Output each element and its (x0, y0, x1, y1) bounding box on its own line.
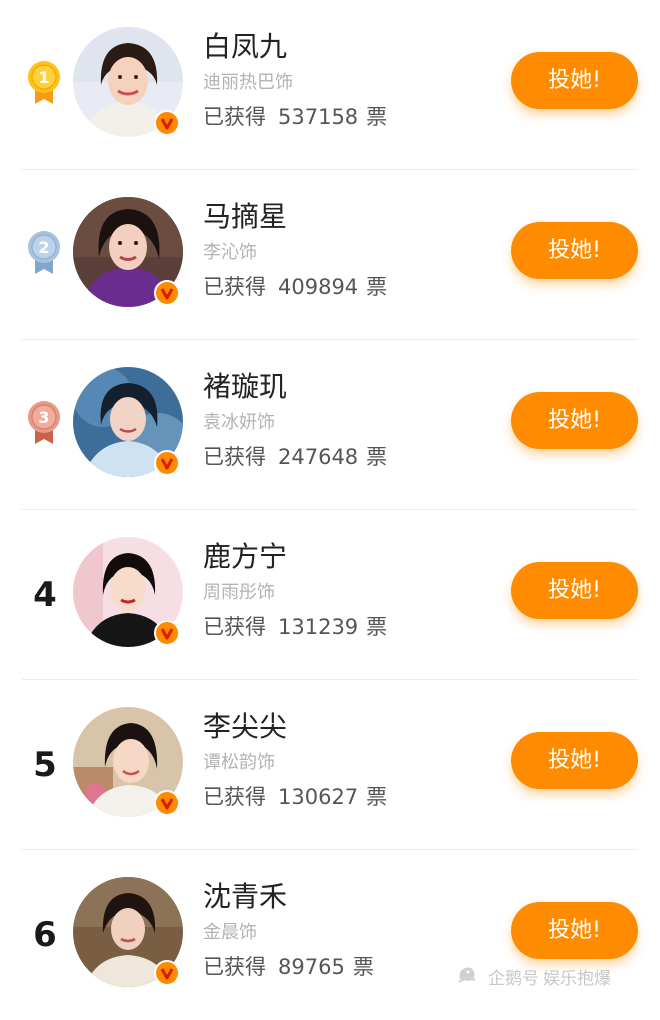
vote-count: 已获得 89765 票 (203, 952, 374, 982)
character-name: 褚璇玑 (203, 370, 288, 403)
votes-prefix: 已获得 (203, 615, 266, 639)
votes-number: 409894 (278, 275, 359, 299)
svg-text:2: 2 (38, 238, 49, 257)
actor-name: 谭松韵饰 (203, 752, 275, 773)
list-item: 2 马摘星 李沁饰 已获得 409894 票 投她! (0, 170, 660, 340)
votes-number: 89765 (278, 955, 345, 979)
actor-name: 袁冰妍饰 (203, 412, 275, 433)
actor-name: 周雨彤饰 (203, 582, 275, 603)
penguin-logo-icon (456, 963, 478, 990)
verified-badge-icon (154, 790, 180, 816)
votes-suffix: 票 (352, 955, 374, 979)
verified-badge-icon (154, 110, 180, 136)
vote-button[interactable]: 投她! (511, 562, 638, 619)
votes-prefix: 已获得 (203, 105, 266, 129)
actor-name: 李沁饰 (203, 242, 257, 263)
votes-suffix: 票 (366, 275, 388, 299)
verified-badge-icon (154, 960, 180, 986)
verified-badge-icon (154, 450, 180, 476)
votes-prefix: 已获得 (203, 955, 266, 979)
svg-text:1: 1 (38, 68, 49, 87)
character-name: 白凤九 (203, 30, 288, 63)
vote-button[interactable]: 投她! (511, 222, 638, 279)
votes-prefix: 已获得 (203, 275, 266, 299)
vote-count: 已获得 537158 票 (203, 102, 387, 132)
votes-prefix: 已获得 (203, 785, 266, 809)
votes-number: 247648 (278, 445, 359, 469)
character-name: 鹿方宁 (203, 540, 288, 573)
list-item: 5 李尖尖 谭松韵饰 已获得 130627 票 投她! (0, 680, 660, 850)
watermark-channel: 娱乐抱爆 (543, 968, 611, 989)
list-item: 3 褚璇玑 袁冰妍饰 已获得 247648 票 投她! (0, 340, 660, 510)
actor-name: 迪丽热巴饰 (203, 72, 293, 93)
watermark-brand: 企鹅号 (488, 968, 539, 989)
votes-suffix: 票 (366, 615, 388, 639)
votes-number: 131239 (278, 615, 359, 639)
vote-ranking-list: 1 白凤九 迪丽热巴饰 已获得 537158 票 投她! 2 马摘星 李沁饰 已… (0, 0, 660, 1020)
verified-badge-icon (154, 280, 180, 306)
votes-suffix: 票 (366, 445, 388, 469)
list-item: 6 沈青禾 金晨饰 已获得 89765 票 投她! (0, 850, 660, 1020)
list-item: 1 白凤九 迪丽热巴饰 已获得 537158 票 投她! (0, 0, 660, 170)
svg-text:3: 3 (38, 408, 49, 427)
votes-number: 537158 (278, 105, 359, 129)
character-name: 沈青禾 (203, 880, 288, 913)
verified-badge-icon (154, 620, 180, 646)
bronze-medal-icon: 3 (26, 400, 62, 446)
actor-name: 金晨饰 (203, 922, 257, 943)
vote-button[interactable]: 投她! (511, 732, 638, 789)
rank-number: 4 (33, 575, 57, 615)
list-item: 4 鹿方宁 周雨彤饰 已获得 131239 票 投她! (0, 510, 660, 680)
character-name: 李尖尖 (203, 710, 288, 743)
votes-suffix: 票 (366, 105, 388, 129)
votes-suffix: 票 (366, 785, 388, 809)
character-name: 马摘星 (203, 200, 288, 233)
vote-button[interactable]: 投她! (511, 392, 638, 449)
votes-prefix: 已获得 (203, 445, 266, 469)
vote-count: 已获得 130627 票 (203, 782, 387, 812)
vote-count: 已获得 247648 票 (203, 442, 387, 472)
votes-number: 130627 (278, 785, 359, 809)
vote-count: 已获得 131239 票 (203, 612, 387, 642)
silver-medal-icon: 2 (26, 230, 62, 276)
rank-number: 5 (33, 745, 57, 785)
vote-button[interactable]: 投她! (511, 902, 638, 959)
vote-count: 已获得 409894 票 (203, 272, 387, 302)
watermark: 企鹅号 娱乐抱爆 (452, 962, 611, 990)
rank-number: 6 (33, 915, 57, 955)
vote-button[interactable]: 投她! (511, 52, 638, 109)
gold-medal-icon: 1 (26, 60, 62, 106)
